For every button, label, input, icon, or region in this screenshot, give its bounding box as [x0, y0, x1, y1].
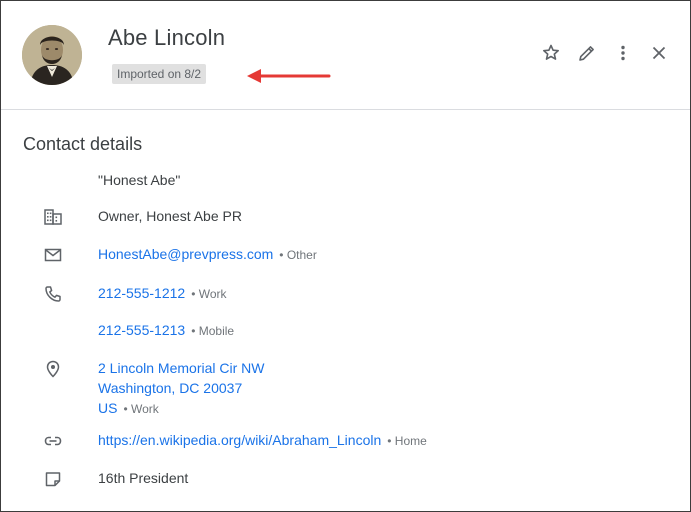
star-icon — [543, 44, 559, 60]
note-icon — [43, 469, 63, 489]
phone-icon — [43, 284, 63, 304]
website-row: https://en.wikipedia.org/wiki/Abraham_Li… — [98, 432, 427, 448]
contact-card: Abe Lincoln Imported on 8/2 Contact deta… — [0, 0, 691, 512]
phone-work-link[interactable]: 212-555-1212 — [98, 285, 185, 301]
more-vert-icon — [621, 45, 625, 61]
email-link[interactable]: HonestAbe@prevpress.com — [98, 246, 273, 262]
nickname-text: "Honest Abe" — [98, 172, 181, 188]
address-line-2[interactable]: Washington, DC 20037 — [98, 378, 264, 398]
location-pin-icon — [43, 359, 63, 379]
phone-mobile-type: • Mobile — [191, 324, 235, 338]
building-icon — [43, 207, 63, 227]
phone-mobile-link[interactable]: 212-555-1213 — [98, 322, 185, 338]
contact-header: Abe Lincoln Imported on 8/2 — [1, 1, 690, 110]
phone-work-type: • Work — [191, 287, 227, 301]
contact-details-title: Contact details — [23, 134, 143, 154]
email-type: • Other — [279, 248, 317, 262]
close-button[interactable] — [647, 41, 671, 65]
pencil-icon — [579, 46, 594, 61]
annotation-arrow — [245, 66, 331, 91]
email-icon — [43, 245, 63, 265]
website-type: • Home — [387, 434, 427, 448]
phone-work-row: 212-555-1212 • Work — [98, 285, 227, 301]
address-type: • Work — [123, 402, 159, 416]
address-line-3[interactable]: US — [98, 400, 117, 416]
close-icon — [652, 46, 666, 60]
more-options-button[interactable] — [611, 41, 635, 65]
note-text: 16th President — [98, 470, 189, 486]
email-row: HonestAbe@prevpress.com • Other — [98, 246, 317, 262]
contact-name: Abe Lincoln — [108, 25, 226, 50]
imported-label-chip[interactable]: Imported on 8/2 — [112, 64, 207, 84]
star-button[interactable] — [539, 41, 563, 65]
website-link[interactable]: https://en.wikipedia.org/wiki/Abraham_Li… — [98, 432, 381, 448]
address-line-1[interactable]: 2 Lincoln Memorial Cir NW — [98, 358, 264, 378]
edit-button[interactable] — [575, 41, 599, 65]
address-block: 2 Lincoln Memorial Cir NW Washington, DC… — [98, 358, 264, 419]
job-text: Owner, Honest Abe PR — [98, 208, 242, 224]
contact-avatar[interactable] — [22, 25, 82, 85]
link-icon — [43, 431, 63, 451]
phone-mobile-row: 212-555-1213 • Mobile — [98, 322, 234, 338]
